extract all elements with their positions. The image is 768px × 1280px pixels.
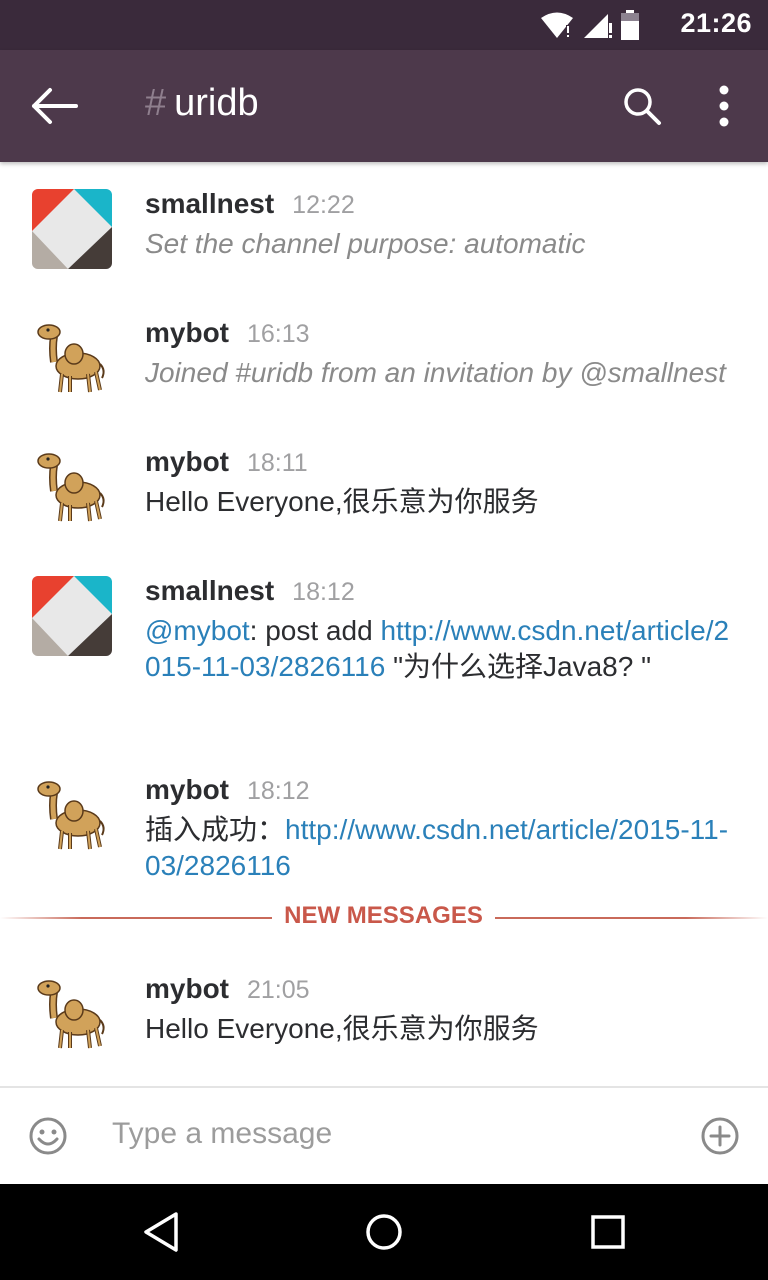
message-text: Hello Everyone,很乐意为你服务 [145,1013,539,1044]
nav-recent-apps-icon[interactable] [590,1214,626,1250]
more-vert-icon[interactable] [706,82,742,130]
message-author[interactable]: mybot [145,973,229,1004]
message-header: mybot 21:05 [145,973,310,1005]
message-author[interactable]: mybot [145,446,229,477]
message-time: 18:12 [247,777,310,805]
signal-icon [584,14,612,38]
mention-link[interactable]: @mybot [145,615,250,646]
message-list[interactable]: smallnest 12:22 Set the channel purpose: … [0,162,768,1087]
new-messages-label: NEW MESSAGES [284,902,483,929]
status-icons [540,10,640,40]
message-composer [0,1086,768,1186]
avatar-mybot[interactable] [32,775,112,855]
message-time: 21:05 [247,976,310,1004]
wifi-icon [541,12,573,38]
message-item: mybot 21:05 Hello Everyone,很乐意为你服务 [0,947,768,1076]
message-text-part: : post add [249,615,381,646]
smiley-icon[interactable] [28,1116,68,1156]
message-header: mybot 16:13 [145,317,310,349]
nav-home-icon[interactable] [364,1212,404,1252]
message-item: smallnest 12:22 Set the channel purpose: … [0,162,768,291]
message-author[interactable]: smallnest [145,575,274,606]
message-time: 18:12 [292,578,355,606]
status-time: 21:26 [680,8,752,38]
message-item: mybot 18:11 Hello Everyone,很乐意为你服务 [0,420,768,549]
divider-line-left [0,917,272,919]
status-bar: 21:26 [0,0,768,50]
arrow-left-icon[interactable] [30,84,80,128]
message-header: mybot 18:11 [145,446,308,478]
channel-name: uridb [174,82,259,124]
message-text: @mybot: post add http://www.csdn.net/art… [145,613,735,685]
message-author[interactable]: mybot [145,317,229,348]
avatar-smallnest[interactable] [32,189,112,269]
battery-icon [621,10,639,40]
message-header: smallnest 18:12 [145,575,355,607]
message-time: 12:22 [292,191,355,219]
system-nav-bar [0,1184,768,1280]
nav-back-icon[interactable] [140,1210,182,1254]
message-text: Hello Everyone,很乐意为你服务 [145,486,539,517]
app-bar: # uridb [0,50,768,162]
message-input[interactable] [112,1112,672,1156]
divider-line-right [495,917,768,919]
search-icon[interactable] [620,84,664,128]
avatar-mybot[interactable] [32,974,112,1054]
message-text: Set the channel purpose: automatic [145,228,586,259]
avatar-mybot[interactable] [32,447,112,527]
plus-circle-icon[interactable] [700,1116,740,1156]
channel-title: # uridb [145,82,259,125]
message-author[interactable]: smallnest [145,188,274,219]
message-text: Joined #uridb from an invitation by @sma… [145,357,726,388]
message-item: mybot 16:13 Joined #uridb from an invitat… [0,291,768,420]
message-header: mybot 18:12 [145,774,310,806]
message-author[interactable]: mybot [145,774,229,805]
message-text: 插入成功：http://www.csdn.net/article/2015-11… [145,812,735,884]
channel-hash: # [145,82,167,124]
message-time: 18:11 [247,449,308,477]
message-text-part: 插入成功： [145,814,286,845]
message-header: smallnest 12:22 [145,188,355,220]
new-messages-divider: NEW MESSAGES [0,902,768,934]
avatar-mybot[interactable] [32,318,112,398]
message-text-part: "为什么选择Java8? " [385,651,652,682]
message-time: 16:13 [247,320,310,348]
avatar-smallnest[interactable] [32,576,112,656]
message-item: mybot 18:12 插入成功：http://www.csdn.net/arti… [0,748,768,898]
message-item: smallnest 18:12 @mybot: post add http://w… [0,549,768,749]
